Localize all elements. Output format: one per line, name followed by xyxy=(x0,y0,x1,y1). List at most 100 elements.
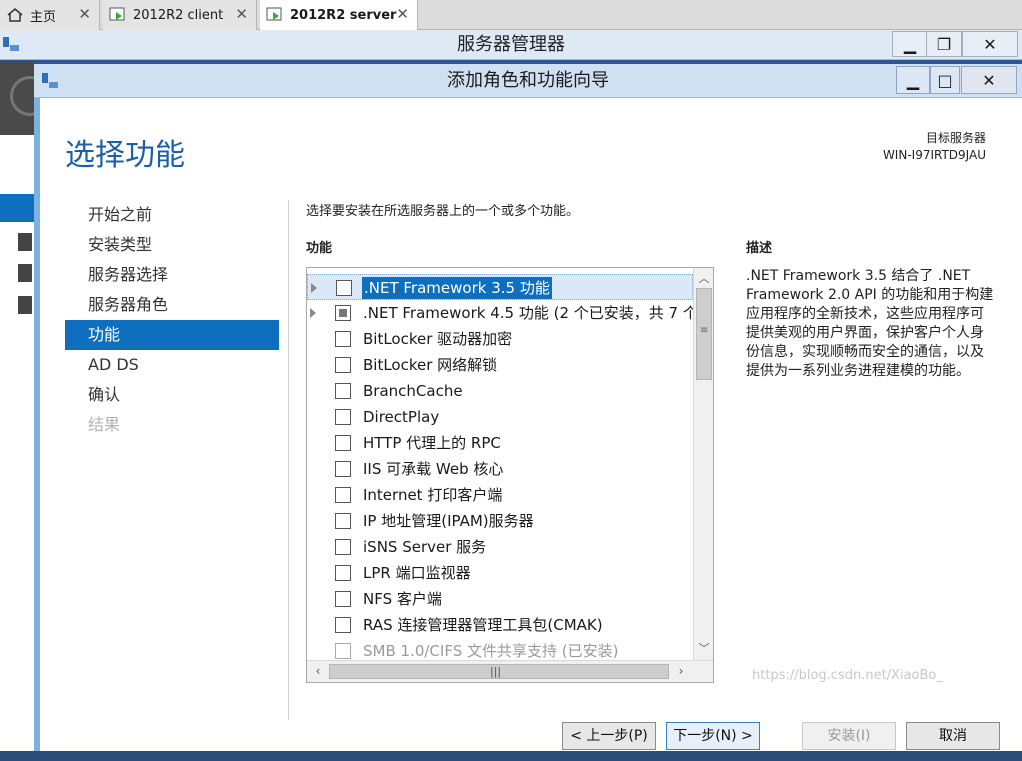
close-icon[interactable]: ✕ xyxy=(235,5,248,23)
server-manager-sidebar xyxy=(0,61,50,761)
minimize-button[interactable]: ▁ xyxy=(896,66,930,94)
previous-button[interactable]: < 上一步(P) xyxy=(562,722,656,750)
scroll-left-icon[interactable]: ‹ xyxy=(310,663,326,679)
tab-home[interactable]: 主页 ✕ xyxy=(0,0,100,30)
feature-checkbox[interactable] xyxy=(335,357,351,373)
close-button[interactable]: ✕ xyxy=(962,31,1018,57)
feature-label: Internet 打印客户端 xyxy=(363,486,503,504)
feature-row[interactable]: LPR 端口监视器 xyxy=(307,560,693,586)
feature-label: LPR 端口监视器 xyxy=(363,564,471,582)
window-title: 服务器管理器 xyxy=(457,34,565,55)
feature-row[interactable]: NFS 客户端 xyxy=(307,586,693,612)
sidebar-item-dashboard[interactable] xyxy=(0,194,34,222)
feature-label: IP 地址管理(IPAM)服务器 xyxy=(363,512,534,530)
next-button[interactable]: 下一步(N) > xyxy=(666,722,760,750)
feature-checkbox[interactable] xyxy=(335,305,351,321)
scroll-down-icon[interactable]: ﹀ xyxy=(697,640,711,656)
scroll-right-icon[interactable]: › xyxy=(673,663,689,679)
feature-checkbox[interactable] xyxy=(335,331,351,347)
page-title: 选择功能 xyxy=(65,138,185,173)
feature-label: BranchCache xyxy=(363,382,463,400)
wizard-title-bar: 添加角色和功能向导 ▁ □ ✕ xyxy=(34,64,1022,98)
close-icon[interactable]: ✕ xyxy=(78,5,91,23)
grip-icon: ≡ xyxy=(700,325,709,336)
expand-arrow-icon[interactable] xyxy=(310,308,316,318)
server-icon[interactable] xyxy=(18,296,32,314)
server-icon[interactable] xyxy=(18,233,32,251)
description-header: 描述 xyxy=(746,241,773,256)
nav-header xyxy=(0,61,50,135)
minimize-button[interactable]: ▁ xyxy=(892,31,928,57)
feature-checkbox[interactable] xyxy=(335,643,351,659)
features-header: 功能 xyxy=(306,241,333,256)
instruction-text: 选择要安装在所选服务器上的一个或多个功能。 xyxy=(306,204,580,219)
feature-row[interactable]: BitLocker 驱动器加密 xyxy=(307,326,693,352)
feature-row[interactable]: DirectPlay xyxy=(307,404,693,430)
vm-icon xyxy=(109,7,125,21)
close-button[interactable]: ✕ xyxy=(961,66,1017,94)
close-icon[interactable]: ✕ xyxy=(396,5,409,23)
expand-arrow-icon[interactable] xyxy=(311,283,317,293)
feature-row[interactable]: BranchCache xyxy=(307,378,693,404)
watermark: https://blog.csdn.net/XiaoBo_ xyxy=(752,668,943,683)
tab-2012r2-client[interactable]: 2012R2 client ✕ xyxy=(103,0,257,30)
feature-row[interactable]: .NET Framework 3.5 功能 xyxy=(307,274,693,300)
feature-checkbox[interactable] xyxy=(335,383,351,399)
tab-label: 2012R2 server xyxy=(290,7,397,23)
vertical-scrollbar[interactable]: ︿ ≡ ﹀ xyxy=(693,268,713,662)
step-before-you-begin[interactable]: 开始之前 xyxy=(65,200,279,230)
step-server-selection[interactable]: 服务器选择 xyxy=(65,260,279,290)
feature-checkbox[interactable] xyxy=(336,280,352,296)
feature-row[interactable]: iSNS Server 服务 xyxy=(307,534,693,560)
scroll-thumb[interactable]: ||| xyxy=(329,664,669,679)
feature-row[interactable]: IP 地址管理(IPAM)服务器 xyxy=(307,508,693,534)
features-list[interactable]: .NET Framework 3.5 功能 .NET Framework 4.5… xyxy=(306,267,714,683)
feature-checkbox[interactable] xyxy=(335,435,351,451)
description-text: .NET Framework 3.5 结合了 .NET Framework 2.… xyxy=(746,268,994,379)
feature-label: BitLocker 驱动器加密 xyxy=(363,330,513,348)
feature-checkbox[interactable] xyxy=(335,591,351,607)
feature-checkbox[interactable] xyxy=(335,565,351,581)
horizontal-scrollbar[interactable]: ‹ ||| › xyxy=(307,660,713,682)
feature-checkbox[interactable] xyxy=(335,409,351,425)
feature-label: RAS 连接管理器管理工具包(CMAK) xyxy=(363,616,603,634)
feature-checkbox[interactable] xyxy=(335,461,351,477)
feature-row[interactable]: RAS 连接管理器管理工具包(CMAK) xyxy=(307,612,693,638)
cancel-button[interactable]: 取消 xyxy=(906,722,1000,750)
tab-label: 2012R2 client xyxy=(133,7,224,23)
home-icon xyxy=(7,8,23,22)
feature-label: DirectPlay xyxy=(363,408,440,426)
maximize-button[interactable]: □ xyxy=(930,66,960,94)
feature-row[interactable]: HTTP 代理上的 RPC xyxy=(307,430,693,456)
divider xyxy=(288,200,289,720)
tab-2012r2-server[interactable]: 2012R2 server ✕ xyxy=(260,0,418,30)
restore-button[interactable]: ❐ xyxy=(926,31,962,57)
feature-checkbox[interactable] xyxy=(335,617,351,633)
feature-checkbox[interactable] xyxy=(335,487,351,503)
feature-row[interactable]: BitLocker 网络解锁 xyxy=(307,352,693,378)
vm-tab-bar: 主页 ✕ 2012R2 client ✕ 2012R2 server ✕ xyxy=(0,0,1022,30)
step-installation-type[interactable]: 安装类型 xyxy=(65,230,279,260)
feature-row[interactable]: Internet 打印客户端 xyxy=(307,482,693,508)
step-features[interactable]: 功能 xyxy=(65,320,279,350)
feature-label: .NET Framework 3.5 功能 xyxy=(362,277,552,299)
grip-icon: ||| xyxy=(490,665,502,678)
target-server-info: 目标服务器 WIN-I97IRTD9JAU xyxy=(883,130,986,164)
scroll-up-icon[interactable]: ︿ xyxy=(697,270,711,286)
step-results: 结果 xyxy=(88,415,121,434)
feature-label: iSNS Server 服务 xyxy=(363,538,487,556)
step-confirmation[interactable]: 确认 xyxy=(65,380,279,410)
feature-label: NFS 客户端 xyxy=(363,590,442,608)
feature-checkbox[interactable] xyxy=(335,513,351,529)
target-server-name: WIN-I97IRTD9JAU xyxy=(882,148,986,162)
feature-label: BitLocker 网络解锁 xyxy=(363,356,498,374)
step-server-roles[interactable]: 服务器角色 xyxy=(65,290,279,320)
install-button: 安装(I) xyxy=(802,722,896,750)
feature-checkbox[interactable] xyxy=(335,539,351,555)
scroll-thumb[interactable]: ≡ xyxy=(696,288,712,380)
feature-row[interactable]: IIS 可承载 Web 核心 xyxy=(307,456,693,482)
wizard-steps: 开始之前 安装类型 服务器选择 服务器角色 功能 AD DS 确认 结果 xyxy=(65,200,279,440)
server-icon[interactable] xyxy=(18,264,32,282)
step-ad-ds[interactable]: AD DS xyxy=(65,350,279,380)
feature-row[interactable]: .NET Framework 4.5 功能 (2 个已安装，共 7 个) xyxy=(307,300,704,326)
